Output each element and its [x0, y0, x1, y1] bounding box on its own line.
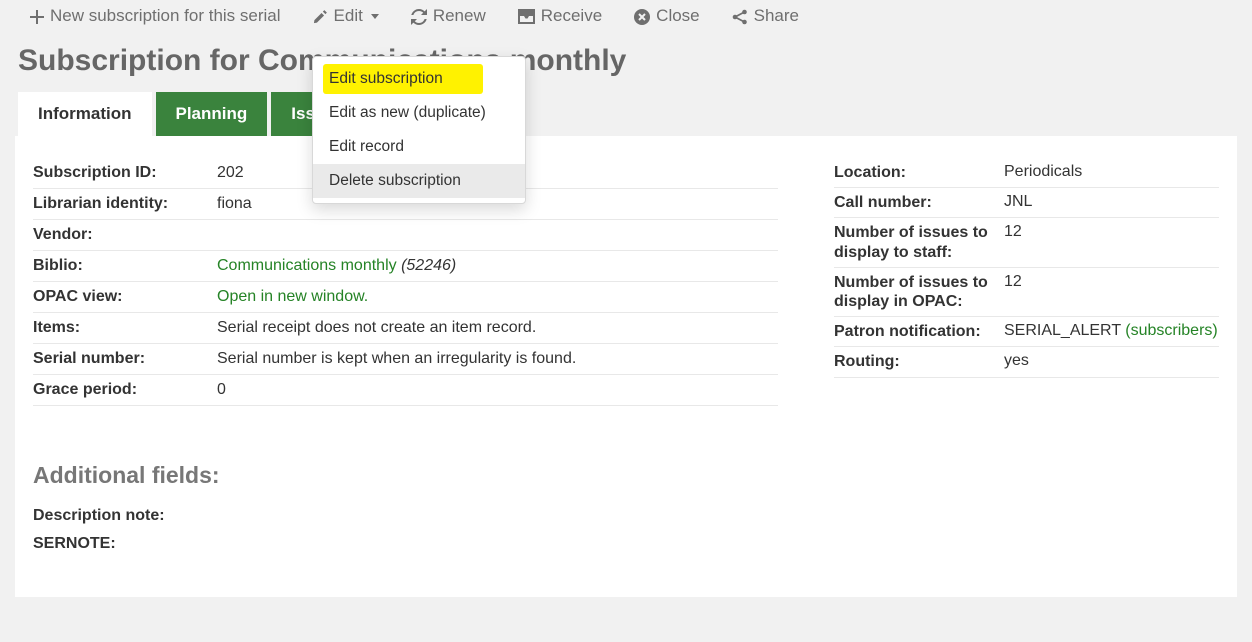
- row-call-number: Call number: JNL: [834, 188, 1219, 218]
- row-location: Location: Periodicals: [834, 158, 1219, 188]
- value-numstaff: 12: [1004, 223, 1219, 261]
- label-sernote: SERNOTE:: [33, 535, 1219, 553]
- value-routing: yes: [1004, 352, 1219, 371]
- row-num-issues-opac: Number of issues to display in OPAC: 12: [834, 268, 1219, 317]
- menu-edit-record[interactable]: Edit record: [313, 130, 525, 164]
- label-items: Items:: [33, 319, 217, 337]
- close-button[interactable]: Close: [634, 6, 699, 26]
- value-biblio: Communications monthly (52246): [217, 257, 778, 275]
- label-routing: Routing:: [834, 352, 1004, 371]
- new-subscription-label: New subscription for this serial: [50, 6, 281, 26]
- pencil-icon: [313, 8, 328, 25]
- receive-label: Receive: [541, 6, 602, 26]
- share-button[interactable]: Share: [732, 6, 799, 26]
- label-callnum: Call number:: [834, 193, 1004, 212]
- label-location: Location:: [834, 163, 1004, 182]
- subscribers-link[interactable]: (subscribers): [1125, 322, 1217, 339]
- page-title: Subscription for Communications monthly: [0, 44, 1252, 78]
- edit-dropdown-button[interactable]: Edit: [313, 6, 379, 26]
- right-column: Location: Periodicals Call number: JNL N…: [834, 158, 1219, 406]
- menu-delete-subscription[interactable]: Delete subscription: [313, 164, 525, 198]
- tab-planning[interactable]: Planning: [156, 92, 268, 136]
- value-items: Serial receipt does not create an item r…: [217, 319, 778, 337]
- row-biblio: Biblio: Communications monthly (52246): [33, 251, 778, 282]
- inbox-icon: [518, 8, 535, 25]
- edit-label: Edit: [334, 6, 363, 26]
- row-items: Items: Serial receipt does not create an…: [33, 313, 778, 344]
- label-patron: Patron notification:: [834, 322, 1004, 341]
- row-vendor: Vendor:: [33, 220, 778, 251]
- label-subscription-id: Subscription ID:: [33, 164, 217, 182]
- renew-button[interactable]: Renew: [411, 6, 486, 26]
- biblio-number: (52246): [401, 257, 456, 274]
- label-opac: OPAC view:: [33, 288, 217, 306]
- value-serialnum: Serial number is kept when an irregulari…: [217, 350, 778, 368]
- label-description-note: Description note:: [33, 507, 1219, 525]
- row-opac-view: OPAC view: Open in new window.: [33, 282, 778, 313]
- information-panel: Subscription ID: 202 Librarian identity:…: [15, 136, 1237, 597]
- biblio-link[interactable]: Communications monthly: [217, 257, 397, 274]
- value-callnum: JNL: [1004, 193, 1219, 212]
- row-serial-number: Serial number: Serial number is kept whe…: [33, 344, 778, 375]
- menu-edit-subscription[interactable]: Edit subscription: [313, 62, 525, 96]
- additional-fields-heading: Additional fields:: [33, 462, 1219, 489]
- label-numopac: Number of issues to display in OPAC:: [834, 273, 1004, 311]
- value-vendor: [217, 226, 778, 244]
- row-patron-notification: Patron notification: SERIAL_ALERT (subsc…: [834, 317, 1219, 347]
- refresh-icon: [411, 7, 427, 24]
- tabs: Information Planning Issues Summary: [0, 92, 1252, 136]
- plus-icon: [30, 8, 44, 25]
- row-grace-period: Grace period: 0: [33, 375, 778, 406]
- label-biblio: Biblio:: [33, 257, 217, 275]
- label-librarian: Librarian identity:: [33, 195, 217, 213]
- new-subscription-button[interactable]: New subscription for this serial: [30, 6, 281, 26]
- value-opac: Open in new window.: [217, 288, 778, 306]
- value-numopac: 12: [1004, 273, 1219, 311]
- patron-alert-name: SERIAL_ALERT: [1004, 322, 1121, 339]
- row-num-issues-staff: Number of issues to display to staff: 12: [834, 218, 1219, 267]
- edit-dropdown-menu: Edit subscription Edit as new (duplicate…: [312, 56, 526, 204]
- tab-information[interactable]: Information: [18, 92, 152, 136]
- label-serialnum: Serial number:: [33, 350, 217, 368]
- value-patron: SERIAL_ALERT (subscribers): [1004, 322, 1219, 341]
- value-location: Periodicals: [1004, 163, 1219, 182]
- toolbar: New subscription for this serial Edit Re…: [0, 0, 1252, 44]
- share-label: Share: [754, 6, 799, 26]
- menu-edit-as-new[interactable]: Edit as new (duplicate): [313, 96, 525, 130]
- renew-label: Renew: [433, 6, 486, 26]
- label-numstaff: Number of issues to display to staff:: [834, 223, 1004, 261]
- share-icon: [732, 7, 748, 24]
- close-circle-icon: [634, 7, 650, 24]
- label-grace: Grace period:: [33, 381, 217, 399]
- caret-down-icon: [371, 14, 379, 19]
- close-label: Close: [656, 6, 699, 26]
- label-vendor: Vendor:: [33, 226, 217, 244]
- opac-link[interactable]: Open in new window.: [217, 288, 368, 305]
- row-routing: Routing: yes: [834, 347, 1219, 377]
- value-grace: 0: [217, 381, 778, 399]
- receive-button[interactable]: Receive: [518, 6, 602, 26]
